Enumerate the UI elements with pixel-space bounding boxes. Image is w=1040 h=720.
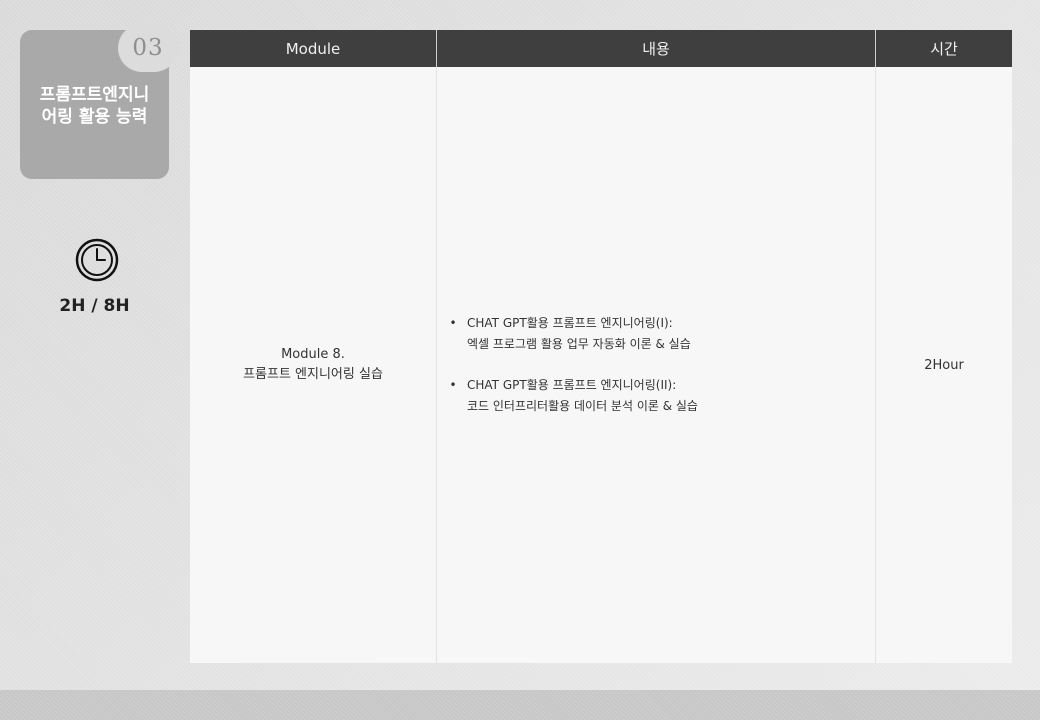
header-module: Module	[190, 30, 437, 67]
time-cell: 2Hour	[924, 357, 964, 373]
section-title-line2: 어링 활용 능력	[41, 107, 148, 127]
list-item: • CHAT GPT활용 프롬프트 엔지니어링(II): 코드 인터프리터활용 …	[447, 375, 698, 417]
footer-bar	[0, 690, 1040, 720]
content-cell: • CHAT GPT활용 프롬프트 엔지니어링(I): 엑셀 프로그램 활용 업…	[437, 67, 876, 663]
header-content: 내용	[437, 30, 876, 67]
content-item-title: CHAT GPT활용 프롬프트 엔지니어링(II):	[467, 378, 677, 392]
content-item-desc: 엑셀 프로그램 활용 업무 자동화 이론 & 실습	[467, 337, 691, 351]
table-row: Module 8. 프롬프트 엔지니어링 실습 • CHAT GPT활용 프롬프…	[190, 67, 1012, 663]
section-number-badge: 03	[118, 24, 178, 72]
bullet-icon: •	[449, 316, 457, 330]
section-title: 프롬프트엔지니 어링 활용 능력	[20, 84, 169, 128]
list-item: • CHAT GPT활용 프롬프트 엔지니어링(I): 엑셀 프로그램 활용 업…	[447, 313, 698, 355]
header-time: 시간	[930, 40, 958, 58]
module-name: Module 8.	[281, 347, 345, 362]
table-header: Module 내용 시간	[190, 30, 1012, 67]
content-item-desc: 코드 인터프리터활용 데이터 분석 이론 & 실습	[467, 399, 698, 413]
section-title-line1: 프롬프트엔지니	[39, 85, 150, 105]
module-cell: Module 8. 프롬프트 엔지니어링 실습	[190, 67, 437, 663]
hours-label: 2H / 8H	[59, 296, 130, 316]
module-title: 프롬프트 엔지니어링 실습	[243, 367, 383, 382]
bullet-icon: •	[449, 378, 457, 392]
clock-icon	[75, 238, 119, 282]
content-list: • CHAT GPT활용 프롬프트 엔지니어링(I): 엑셀 프로그램 활용 업…	[447, 313, 698, 417]
content-item-title: CHAT GPT활용 프롬프트 엔지니어링(I):	[467, 316, 673, 330]
curriculum-table: Module 내용 시간 Module 8. 프롬프트 엔지니어링 실습 • C…	[190, 30, 1012, 663]
